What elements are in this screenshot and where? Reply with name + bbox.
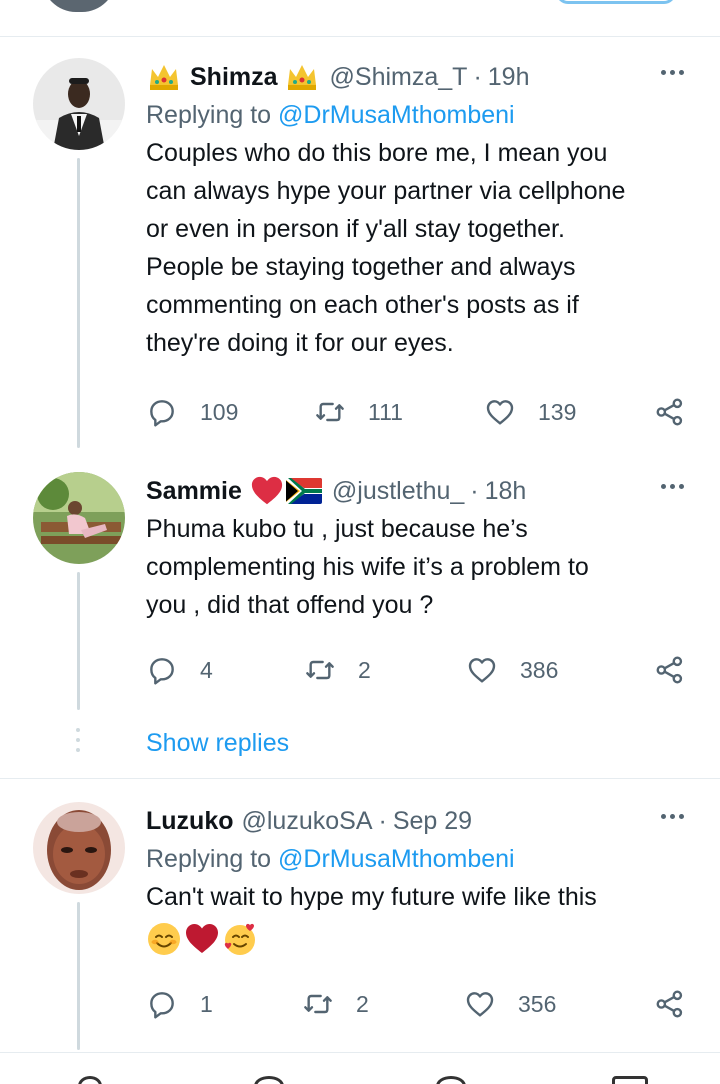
- retweet-icon: [306, 660, 334, 680]
- tweet-text: Couples who do this bore me, I mean you …: [146, 139, 626, 357]
- crown-emoji: [287, 65, 316, 90]
- replying-to-label: Replying to: [146, 845, 272, 873]
- smiling-face-emoji: [148, 923, 180, 955]
- share-button[interactable]: [654, 653, 708, 687]
- thread-line: [77, 572, 80, 710]
- like-button[interactable]: 386: [466, 653, 558, 687]
- handle[interactable]: @luzukoSA: [242, 807, 373, 836]
- tweet-text: Can't wait to hype my future wife like t…: [146, 883, 597, 911]
- reply-button[interactable]: 109: [146, 395, 238, 429]
- like-count: 356: [518, 990, 557, 1017]
- share-icon: [656, 656, 683, 684]
- action-bar: 1 2 356: [146, 987, 692, 1021]
- nav-home-remnant: [78, 1076, 102, 1084]
- retweet-icon: [304, 994, 332, 1014]
- reply-icon: [150, 658, 174, 685]
- avatar[interactable]: [33, 802, 125, 894]
- previous-button: [556, 0, 676, 4]
- share-button[interactable]: [654, 987, 708, 1021]
- like-button[interactable]: 139: [484, 395, 576, 429]
- separator-dot: ·: [378, 806, 387, 835]
- retweet-button[interactable]: 111: [314, 395, 403, 429]
- reply-icon: [150, 400, 174, 427]
- divider: [0, 778, 720, 779]
- divider: [0, 1052, 720, 1053]
- more-icon[interactable]: [661, 484, 684, 489]
- thread-ellipsis: [76, 728, 80, 758]
- avatar[interactable]: [33, 472, 125, 564]
- share-button[interactable]: [654, 395, 708, 429]
- previous-tweet-remnant: [0, 0, 720, 36]
- tweet-header: Shimza @Shimza_T · 19h: [146, 58, 692, 96]
- show-replies-link[interactable]: Show replies: [146, 729, 289, 758]
- reply-button[interactable]: 4: [146, 653, 213, 687]
- reply-count: 1: [200, 990, 213, 1017]
- avatar[interactable]: [33, 58, 125, 150]
- separator-dot: ·: [470, 476, 479, 505]
- smiling-face-with-hearts-emoji: [224, 923, 255, 955]
- action-bar: 4 2 386: [146, 653, 692, 687]
- nav-notifications-remnant: [436, 1076, 466, 1084]
- share-icon: [656, 398, 683, 426]
- like-count: 386: [520, 656, 559, 683]
- nav-search-remnant: [254, 1076, 284, 1084]
- like-count: 139: [538, 398, 577, 425]
- display-name[interactable]: Sammie: [146, 477, 242, 506]
- tweet-text: Phuma kubo tu , just because he’s comple…: [146, 515, 589, 619]
- timestamp[interactable]: 19h: [488, 63, 530, 92]
- tweet-header: Luzuko @luzukoSA · Sep 29: [146, 802, 692, 840]
- replying-to: Replying to @DrMusaMthombeni: [146, 840, 692, 878]
- replying-to: Replying to @DrMusaMthombeni: [146, 96, 692, 134]
- heart-emoji: [251, 476, 283, 505]
- thread-line: [77, 158, 80, 448]
- display-name[interactable]: Shimza: [190, 63, 278, 92]
- more-icon[interactable]: [661, 814, 684, 819]
- separator-dot: ·: [473, 62, 482, 91]
- crown-emoji: [150, 65, 178, 90]
- reply-button[interactable]: 1: [146, 987, 213, 1021]
- mention-link[interactable]: @DrMusaMthombeni: [278, 101, 515, 129]
- retweet-button[interactable]: 2: [304, 653, 371, 687]
- timestamp[interactable]: Sep 29: [393, 807, 472, 836]
- nav-messages-remnant: [612, 1076, 648, 1084]
- like-button[interactable]: 356: [464, 987, 556, 1021]
- retweet-button[interactable]: 2: [302, 987, 369, 1021]
- handle[interactable]: @justlethu_: [332, 477, 464, 506]
- divider: [0, 36, 720, 37]
- replying-to-label: Replying to: [146, 101, 272, 129]
- south-africa-flag: [285, 478, 322, 504]
- like-icon: [466, 992, 494, 1017]
- heart-emoji: [186, 924, 218, 953]
- thread-line: [77, 902, 80, 1050]
- retweet-count: 2: [358, 656, 371, 683]
- action-bar: 109 111 139: [146, 395, 692, 429]
- retweet-icon: [316, 402, 344, 422]
- share-icon: [656, 990, 683, 1018]
- like-icon: [486, 400, 514, 425]
- mention-link[interactable]: @DrMusaMthombeni: [278, 845, 515, 873]
- more-icon[interactable]: [661, 70, 684, 75]
- handle[interactable]: @Shimza_T: [330, 63, 468, 92]
- reply-count: 4: [200, 656, 213, 683]
- display-name[interactable]: Luzuko: [146, 807, 234, 836]
- emoji-row: [146, 916, 692, 962]
- timestamp[interactable]: 18h: [485, 477, 527, 506]
- reply-icon: [150, 992, 174, 1019]
- previous-avatar: [42, 0, 116, 12]
- retweet-count: 2: [356, 990, 369, 1017]
- reply-count: 109: [200, 398, 239, 425]
- retweet-count: 111: [368, 398, 403, 425]
- like-icon: [468, 658, 496, 683]
- tweet-header: Sammie @justlethu_ · 18h: [146, 472, 692, 510]
